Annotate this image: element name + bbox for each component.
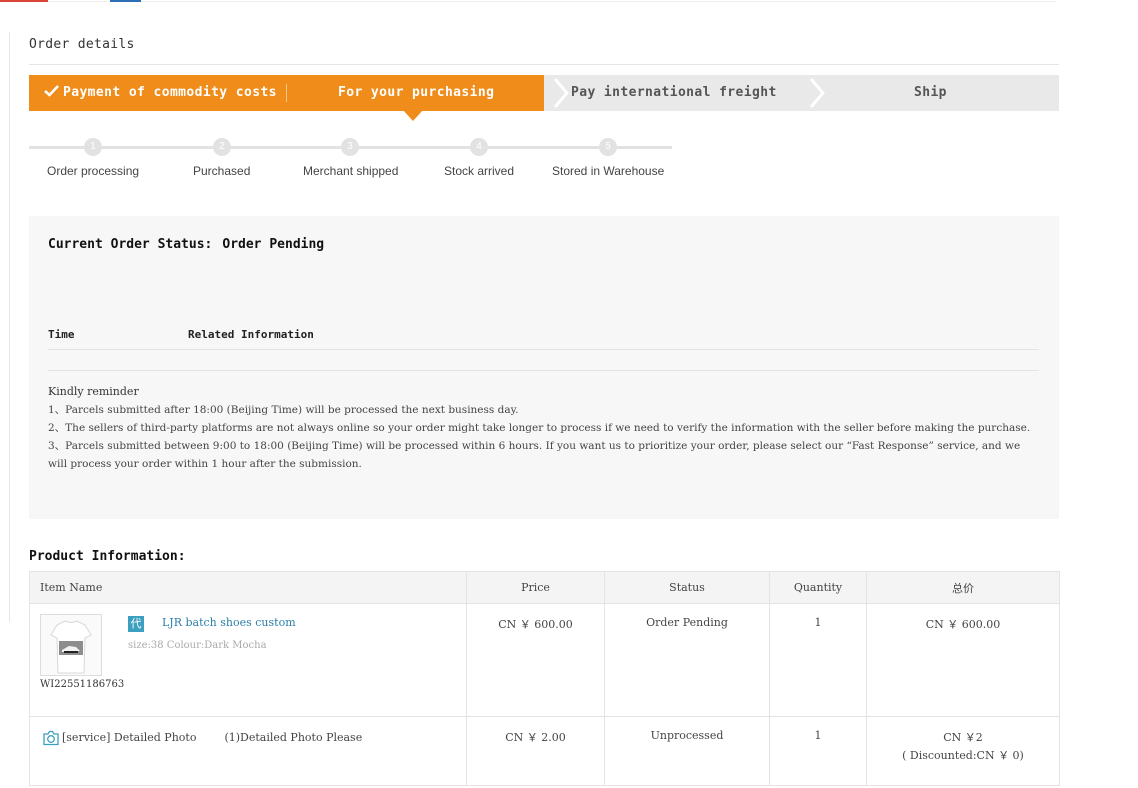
order-step-bar: Payment of commodity costs For your purc… xyxy=(29,75,1059,111)
chevron-right-icon xyxy=(809,78,825,108)
service-cell: [service] Detailed Photo (1)Detailed Phot… xyxy=(29,716,467,786)
log-divider xyxy=(48,349,1039,350)
col-item-name: Item Name xyxy=(29,571,467,604)
step-pay-freight: Pay international freight xyxy=(571,85,777,100)
checkmark-icon xyxy=(44,85,59,97)
progress-dot-4: 4 xyxy=(470,138,488,156)
service-price: CN ￥ 2.00 xyxy=(466,716,605,786)
log-divider xyxy=(48,370,1039,371)
service-line: [service] Detailed Photo (1)Detailed Phot… xyxy=(42,729,362,747)
title-divider xyxy=(29,64,1059,65)
progress-dot-3: 3 xyxy=(341,138,359,156)
col-total: 总价 xyxy=(866,571,1060,604)
product-table: Item Name Price Status Quantity 总价 WI225… xyxy=(29,571,1060,786)
step-ship: Ship xyxy=(914,85,947,100)
step-payment-commodity: Payment of commodity costs xyxy=(44,75,277,111)
item-cell: WI22551186763 代 LJR batch shoes custom s… xyxy=(29,603,467,717)
order-status-panel: Current Order Status: Order Pending Time … xyxy=(29,216,1059,519)
top-tab-indicator-red xyxy=(0,0,48,2)
col-quantity: Quantity xyxy=(769,571,867,604)
item-total: CN ￥ 600.00 xyxy=(866,603,1060,717)
product-info-title: Product Information: xyxy=(29,549,186,564)
item-quantity: 1 xyxy=(769,603,867,717)
progress-label-stored-warehouse: Stored in Warehouse xyxy=(552,164,665,178)
service-status: Unprocessed xyxy=(604,716,770,786)
log-column-time: Time xyxy=(48,328,75,341)
status-label: Current Order Status: xyxy=(48,237,213,252)
kindly-reminder: Kindly reminder 1、Parcels submitted afte… xyxy=(48,383,1040,473)
col-status: Status xyxy=(604,571,770,604)
page-title: Order details xyxy=(29,37,135,52)
table-row: [service] Detailed Photo (1)Detailed Phot… xyxy=(29,716,1060,786)
top-divider xyxy=(48,1,1056,2)
status-value: Order Pending xyxy=(222,237,325,252)
current-step-pointer xyxy=(403,110,423,121)
table-row: WI22551186763 代 LJR batch shoes custom s… xyxy=(29,603,1060,717)
progress-dot-5: 5 xyxy=(599,138,617,156)
left-border xyxy=(9,32,10,622)
camera-icon xyxy=(43,730,59,746)
service-note: (1)Detailed Photo Please xyxy=(224,731,363,744)
current-order-status: Current Order Status: Order Pending xyxy=(48,237,324,252)
step-label: Payment of commodity costs xyxy=(63,85,277,100)
progress-dot-1: 1 xyxy=(84,138,102,156)
item-status: Order Pending xyxy=(604,603,770,717)
item-attributes: size:38 Colour:Dark Mocha xyxy=(128,640,267,651)
service-discount: ( Discounted:CN ￥ 0) xyxy=(902,749,1024,762)
item-sku: WI22551186763 xyxy=(40,679,125,690)
product-thumbnail[interactable] xyxy=(40,614,102,676)
log-column-related: Related Information xyxy=(188,328,314,341)
tshirt-image xyxy=(41,615,101,675)
top-nav-strip xyxy=(0,0,1138,4)
progress-label-stock-arrived: Stock arrived xyxy=(444,164,515,178)
reminder-item-1: 1、Parcels submitted after 18:00 (Beijing… xyxy=(48,404,519,416)
progress-dot-2: 2 xyxy=(213,138,231,156)
purchase-agent-badge: 代 xyxy=(128,616,144,632)
service-name: [service] Detailed Photo xyxy=(62,731,197,744)
step-separator xyxy=(286,84,287,102)
reminder-item-2: 2、The sellers of third-party platforms a… xyxy=(48,422,1031,434)
item-name-link[interactable]: LJR batch shoes custom xyxy=(162,616,296,629)
service-quantity: 1 xyxy=(769,716,867,786)
progress-label-purchased: Purchased xyxy=(193,164,251,178)
progress-label-order-processing: Order processing xyxy=(47,164,140,178)
reminder-heading: Kindly reminder xyxy=(48,385,139,398)
service-total-cell: CN ￥2 ( Discounted:CN ￥ 0) xyxy=(866,716,1060,786)
progress-label-merchant-shipped: Merchant shipped xyxy=(303,164,399,178)
service-total: CN ￥2 xyxy=(943,731,983,744)
reminder-item-3: 3、Parcels submitted between 9:00 to 18:0… xyxy=(48,440,1021,470)
chevron-right-icon xyxy=(553,78,569,108)
col-price: Price xyxy=(466,571,605,604)
top-tab-indicator-blue xyxy=(110,0,141,2)
step-for-purchasing: For your purchasing xyxy=(338,85,495,100)
item-price: CN ￥ 600.00 xyxy=(466,603,605,717)
